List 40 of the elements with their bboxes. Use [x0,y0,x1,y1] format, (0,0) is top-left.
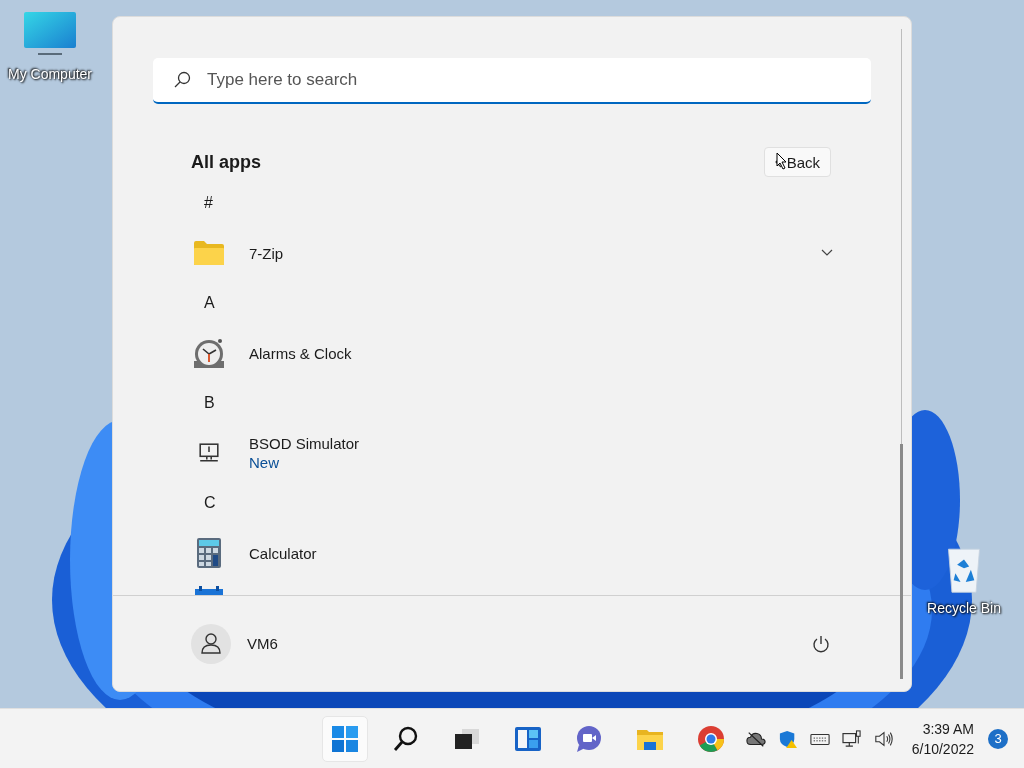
scrollbar[interactable] [900,29,903,679]
app-name: Calculator [249,544,318,562]
search-icon [392,724,420,753]
letter-header[interactable]: B [204,394,215,412]
user-name[interactable]: VM6 [247,635,278,652]
volume-icon[interactable] [873,729,894,748]
start-button[interactable] [322,715,368,762]
app-name: 7-Zip [249,244,285,262]
monitor-icon [198,443,220,463]
shield-warning-icon[interactable] [777,729,798,748]
mouse-cursor-icon [776,152,788,170]
cloud-offline-icon[interactable] [745,729,766,748]
video-chat-icon [575,724,603,753]
search-input[interactable]: Type here to search [205,69,871,91]
all-apps-heading: All apps [191,151,261,173]
app-list-item[interactable]: Calculator [193,528,835,578]
app-list-item[interactable]: 7-Zip [193,228,835,278]
search-icon [173,71,191,89]
search-field[interactable]: Type here to search [153,58,871,104]
calendar-icon [195,586,223,595]
letter-header[interactable]: C [204,494,216,512]
clock-time[interactable]: 3:39 AM [922,718,974,739]
network-icon[interactable] [841,729,862,748]
power-icon[interactable] [811,633,831,654]
letter-header[interactable]: A [204,294,215,312]
chevron-down-icon[interactable] [821,249,833,257]
browser-icon [697,724,725,753]
app-name: BSOD Simulator [249,435,361,452]
clock-date[interactable]: 6/10/2022 [911,738,974,759]
clock-icon [193,337,225,369]
app-name: Alarms & Clock [249,344,353,362]
back-button[interactable]: Back [763,147,831,177]
widgets-icon [514,724,542,753]
letter-header[interactable]: # [204,194,213,212]
user-avatar-icon[interactable] [191,623,231,664]
app-list-item[interactable]: Alarms & Clock [193,328,835,378]
new-label: New [249,454,280,471]
notification-count[interactable]: 3 [988,728,1008,749]
app-list-item[interactable]: BSOD Simulator New [193,428,835,478]
four-squares-icon [331,724,359,753]
